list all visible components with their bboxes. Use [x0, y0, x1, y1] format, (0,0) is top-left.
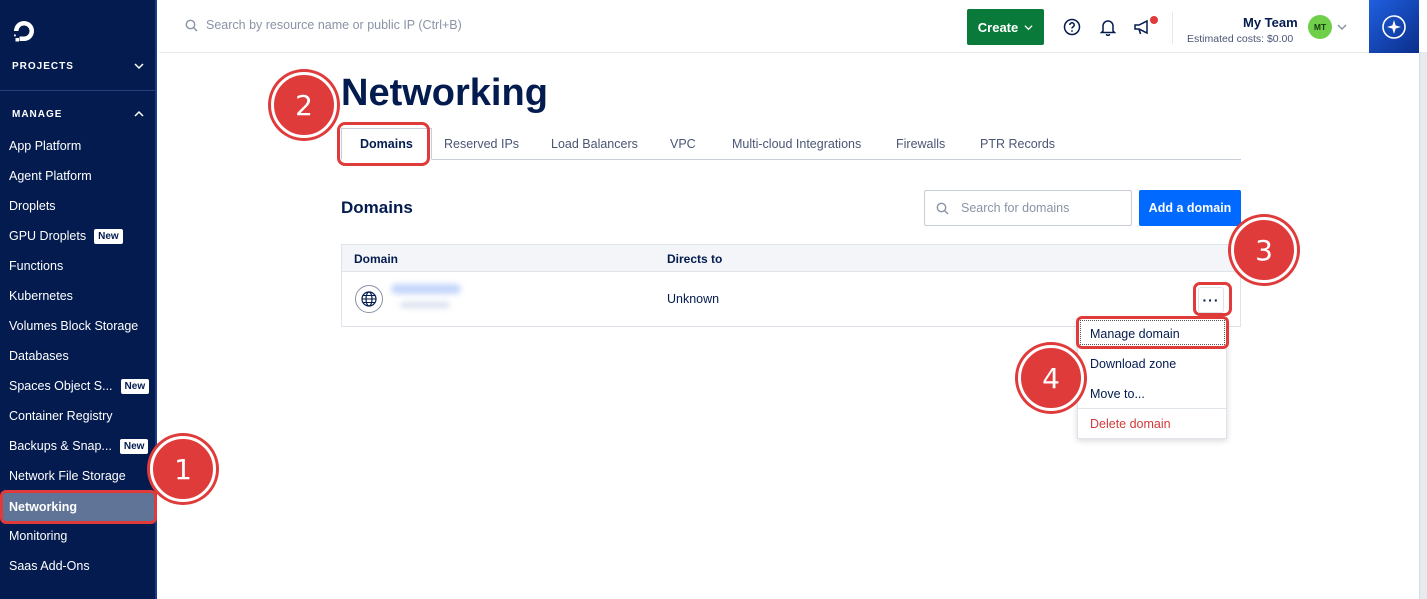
- sidebar-item-label: Saas Add-Ons: [9, 559, 90, 573]
- sidebar-item-label: GPU Droplets: [9, 229, 87, 243]
- digitalocean-logo-icon[interactable]: [11, 18, 37, 44]
- domain-search-placeholder: Search for domains: [961, 201, 1070, 215]
- tab-multi-cloud-integrations[interactable]: Multi-cloud Integrations: [732, 128, 861, 159]
- directs-to-value: Unknown: [667, 292, 720, 306]
- search-icon: [185, 19, 198, 31]
- menu-item-move-to[interactable]: Move to...: [1078, 379, 1226, 409]
- chevron-down-icon[interactable]: [134, 61, 144, 71]
- sidebar-item-label: Volumes Block Storage: [9, 319, 139, 333]
- sidebar-item-label: Networking: [9, 500, 78, 514]
- sidebar-item-label: Backups & Snap...: [9, 439, 112, 453]
- projects-section-header[interactable]: PROJECTS: [12, 61, 74, 72]
- sidebar-item-monitoring[interactable]: Monitoring: [0, 522, 155, 550]
- domains-section-title: Domains: [341, 198, 413, 217]
- sidebar-item-label: Agent Platform: [9, 169, 92, 183]
- sidebar-item-label: Functions: [9, 259, 64, 273]
- step-marker-2: 2: [271, 72, 337, 138]
- step-marker-1: 1: [150, 436, 216, 502]
- sidebar-item-volumes[interactable]: Volumes Block Storage: [0, 312, 155, 340]
- tab-highlight: [337, 122, 430, 166]
- add-domain-button[interactable]: Add a domain: [1139, 190, 1241, 226]
- column-header-directs-to: Directs to: [667, 252, 723, 266]
- tab-load-balancers[interactable]: Load Balancers: [551, 128, 638, 159]
- tab-firewalls[interactable]: Firewalls: [896, 128, 945, 159]
- domain-subtext-redacted: [400, 302, 450, 308]
- create-button[interactable]: Create: [967, 9, 1044, 45]
- sidebar-item-container-registry[interactable]: Container Registry: [0, 402, 155, 430]
- sidebar-item-app-platform[interactable]: App Platform: [0, 132, 155, 160]
- domain-search-input[interactable]: Search for domains: [924, 190, 1132, 226]
- sidebar-item-label: Spaces Object S...: [9, 379, 113, 393]
- sidebar-item-kubernetes[interactable]: Kubernetes: [0, 282, 155, 310]
- tab-ptr-records[interactable]: PTR Records: [980, 128, 1055, 159]
- domain-name-redacted[interactable]: [391, 284, 461, 294]
- page-title: Networking: [341, 72, 548, 114]
- sidebar-item-label: Kubernetes: [9, 289, 73, 303]
- global-search-input[interactable]: Search by resource name or public IP (Ct…: [185, 18, 462, 32]
- help-icon[interactable]: [1063, 18, 1081, 36]
- manage-section-header[interactable]: MANAGE: [12, 109, 62, 120]
- sidebar-item-backups[interactable]: Backups & Snap... New: [0, 432, 155, 460]
- tab-vpc[interactable]: VPC: [670, 128, 696, 159]
- globe-icon: [355, 285, 383, 313]
- ai-assistant-button[interactable]: [1369, 0, 1419, 53]
- sidebar-item-databases[interactable]: Databases: [0, 342, 155, 370]
- step-marker-3: 3: [1231, 217, 1297, 283]
- new-badge: New: [120, 378, 150, 394]
- chevron-down-icon: [1024, 24, 1033, 30]
- chevron-down-icon[interactable]: [1337, 22, 1347, 32]
- tab-bar: Domains Reserved IPs Load Balancers VPC …: [341, 128, 1241, 160]
- sidebar-item-droplets[interactable]: Droplets: [0, 192, 155, 220]
- sidebar: PROJECTS MANAGE App Platform Agent Platf…: [0, 0, 157, 599]
- sidebar-item-network-file-storage[interactable]: Network File Storage: [0, 462, 155, 490]
- sidebar-item-label: Container Registry: [9, 409, 113, 423]
- sidebar-item-label: Databases: [9, 349, 69, 363]
- chevron-up-icon[interactable]: [134, 109, 144, 119]
- sidebar-item-label: Monitoring: [9, 529, 68, 543]
- topbar-divider: [1172, 12, 1173, 44]
- search-icon: [936, 202, 949, 214]
- focus-ring: [1080, 320, 1225, 345]
- new-badge: New: [119, 438, 149, 454]
- menu-item-delete-domain[interactable]: Delete domain: [1078, 409, 1226, 439]
- notification-dot: [1150, 16, 1158, 24]
- menu-item-download-zone[interactable]: Download zone: [1078, 349, 1226, 379]
- global-search-placeholder: Search by resource name or public IP (Ct…: [206, 18, 462, 32]
- sidebar-item-functions[interactable]: Functions: [0, 252, 155, 280]
- scrollbar[interactable]: [1419, 53, 1427, 599]
- column-header-domain: Domain: [354, 252, 399, 266]
- avatar[interactable]: MT: [1308, 15, 1332, 39]
- create-button-label: Create: [977, 19, 1019, 35]
- table-header: Domain Directs to: [342, 245, 1240, 272]
- sidebar-item-label: Droplets: [9, 199, 56, 213]
- sidebar-item-gpu-droplets[interactable]: GPU Droplets New: [0, 222, 155, 250]
- sidebar-item-networking[interactable]: Networking: [0, 490, 157, 524]
- sidebar-item-label: Network File Storage: [9, 469, 126, 483]
- sparkle-icon: [1382, 14, 1406, 39]
- sidebar-item-spaces[interactable]: Spaces Object S... New: [0, 372, 155, 400]
- sidebar-divider: [0, 90, 155, 91]
- sidebar-item-label: App Platform: [9, 139, 82, 153]
- new-badge: New: [94, 228, 123, 244]
- estimated-costs: Estimated costs: $0.00: [1187, 33, 1294, 45]
- sidebar-item-agent-platform[interactable]: Agent Platform: [0, 162, 155, 190]
- sidebar-item-saas-add-ons[interactable]: Saas Add-Ons: [0, 552, 155, 580]
- bell-icon[interactable]: [1099, 18, 1117, 36]
- step-marker-4: 4: [1018, 345, 1084, 411]
- tab-reserved-ips[interactable]: Reserved IPs: [444, 128, 519, 159]
- team-name[interactable]: My Team: [1243, 15, 1298, 30]
- more-button-highlight: [1193, 282, 1232, 316]
- domains-table: Domain Directs to Unknown ···: [341, 244, 1241, 327]
- top-bar: Search by resource name or public IP (Ct…: [159, 0, 1427, 53]
